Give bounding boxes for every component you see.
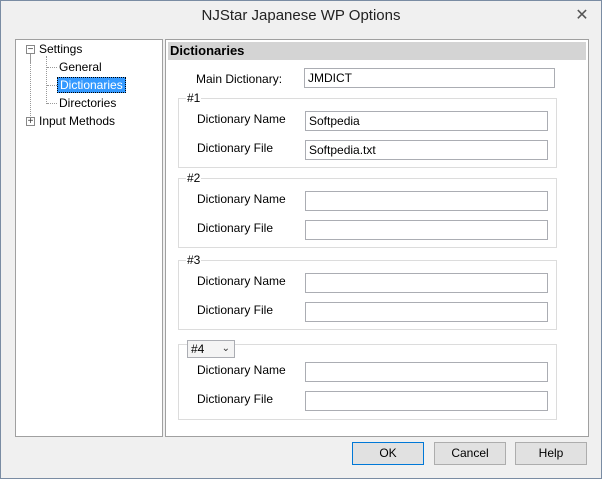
dictionaries-panel: Dictionaries Main Dictionary: JMDICT #1 … [165, 39, 589, 437]
dictionary-group-4: #4 ⌄ Dictionary Name Dictionary File [178, 340, 557, 420]
group-selector-dropdown[interactable]: #4 ⌄ [187, 340, 235, 358]
tree-item-input-methods[interactable]: Input Methods [39, 113, 115, 130]
dictionary-name-input[interactable] [305, 362, 548, 382]
group-title: #1 [186, 91, 202, 105]
dictionary-file-label: Dictionary File [197, 221, 274, 235]
options-dialog: NJStar Japanese WP Options ✕ − Settings … [0, 0, 602, 479]
main-dictionary-label: Main Dictionary: [196, 72, 283, 86]
main-dictionary-input[interactable]: JMDICT [304, 68, 555, 88]
dictionary-file-input[interactable] [305, 302, 548, 322]
panel-header: Dictionaries [168, 42, 586, 60]
dictionary-file-label: Dictionary File [197, 303, 274, 317]
dictionary-name-label: Dictionary Name [197, 274, 286, 288]
dictionary-name-input[interactable] [305, 273, 548, 293]
tree-line [47, 85, 57, 86]
ok-button[interactable]: OK [352, 442, 424, 465]
cancel-button[interactable]: Cancel [434, 442, 506, 465]
title-bar: NJStar Japanese WP Options ✕ [1, 1, 601, 31]
group-title: #3 [186, 253, 202, 267]
tree-item-dictionaries-label: Dictionaries [57, 77, 126, 93]
collapse-icon[interactable]: − [26, 45, 35, 55]
dictionary-file-input[interactable] [305, 391, 548, 411]
tree-line [46, 56, 47, 104]
options-tree[interactable]: − Settings General Dictionaries Director… [15, 39, 163, 437]
dictionary-group-2: #2 Dictionary Name Dictionary File [178, 171, 557, 248]
dictionary-name-label: Dictionary Name [197, 112, 286, 126]
dictionary-file-input[interactable]: Softpedia.txt [305, 140, 548, 160]
group-title: #2 [186, 171, 202, 185]
tree-item-settings[interactable]: Settings [39, 41, 82, 58]
dictionary-file-input[interactable] [305, 220, 548, 240]
tree-line [47, 103, 57, 104]
dictionary-group-3: #3 Dictionary Name Dictionary File [178, 253, 557, 330]
group-selector-value: #4 [191, 342, 205, 356]
dictionary-group-1: #1 Dictionary Name Softpedia Dictionary … [178, 91, 557, 168]
dictionary-name-label: Dictionary Name [197, 363, 286, 377]
dictionary-file-label: Dictionary File [197, 141, 274, 155]
tree-line [47, 67, 57, 68]
help-button[interactable]: Help [515, 442, 587, 465]
chevron-down-icon: ⌄ [221, 343, 230, 354]
window-title: NJStar Japanese WP Options [201, 7, 401, 24]
tree-line [30, 54, 31, 124]
tree-item-general[interactable]: General [59, 59, 102, 76]
tree-item-directories[interactable]: Directories [59, 95, 116, 112]
tree-item-dictionaries[interactable]: Dictionaries [57, 77, 126, 94]
dictionary-name-label: Dictionary Name [197, 192, 286, 206]
expand-icon[interactable]: + [26, 117, 35, 127]
dictionary-name-input[interactable] [305, 191, 548, 211]
dictionary-name-input[interactable]: Softpedia [305, 111, 548, 131]
close-icon[interactable]: ✕ [571, 5, 593, 27]
dictionary-file-label: Dictionary File [197, 392, 274, 406]
